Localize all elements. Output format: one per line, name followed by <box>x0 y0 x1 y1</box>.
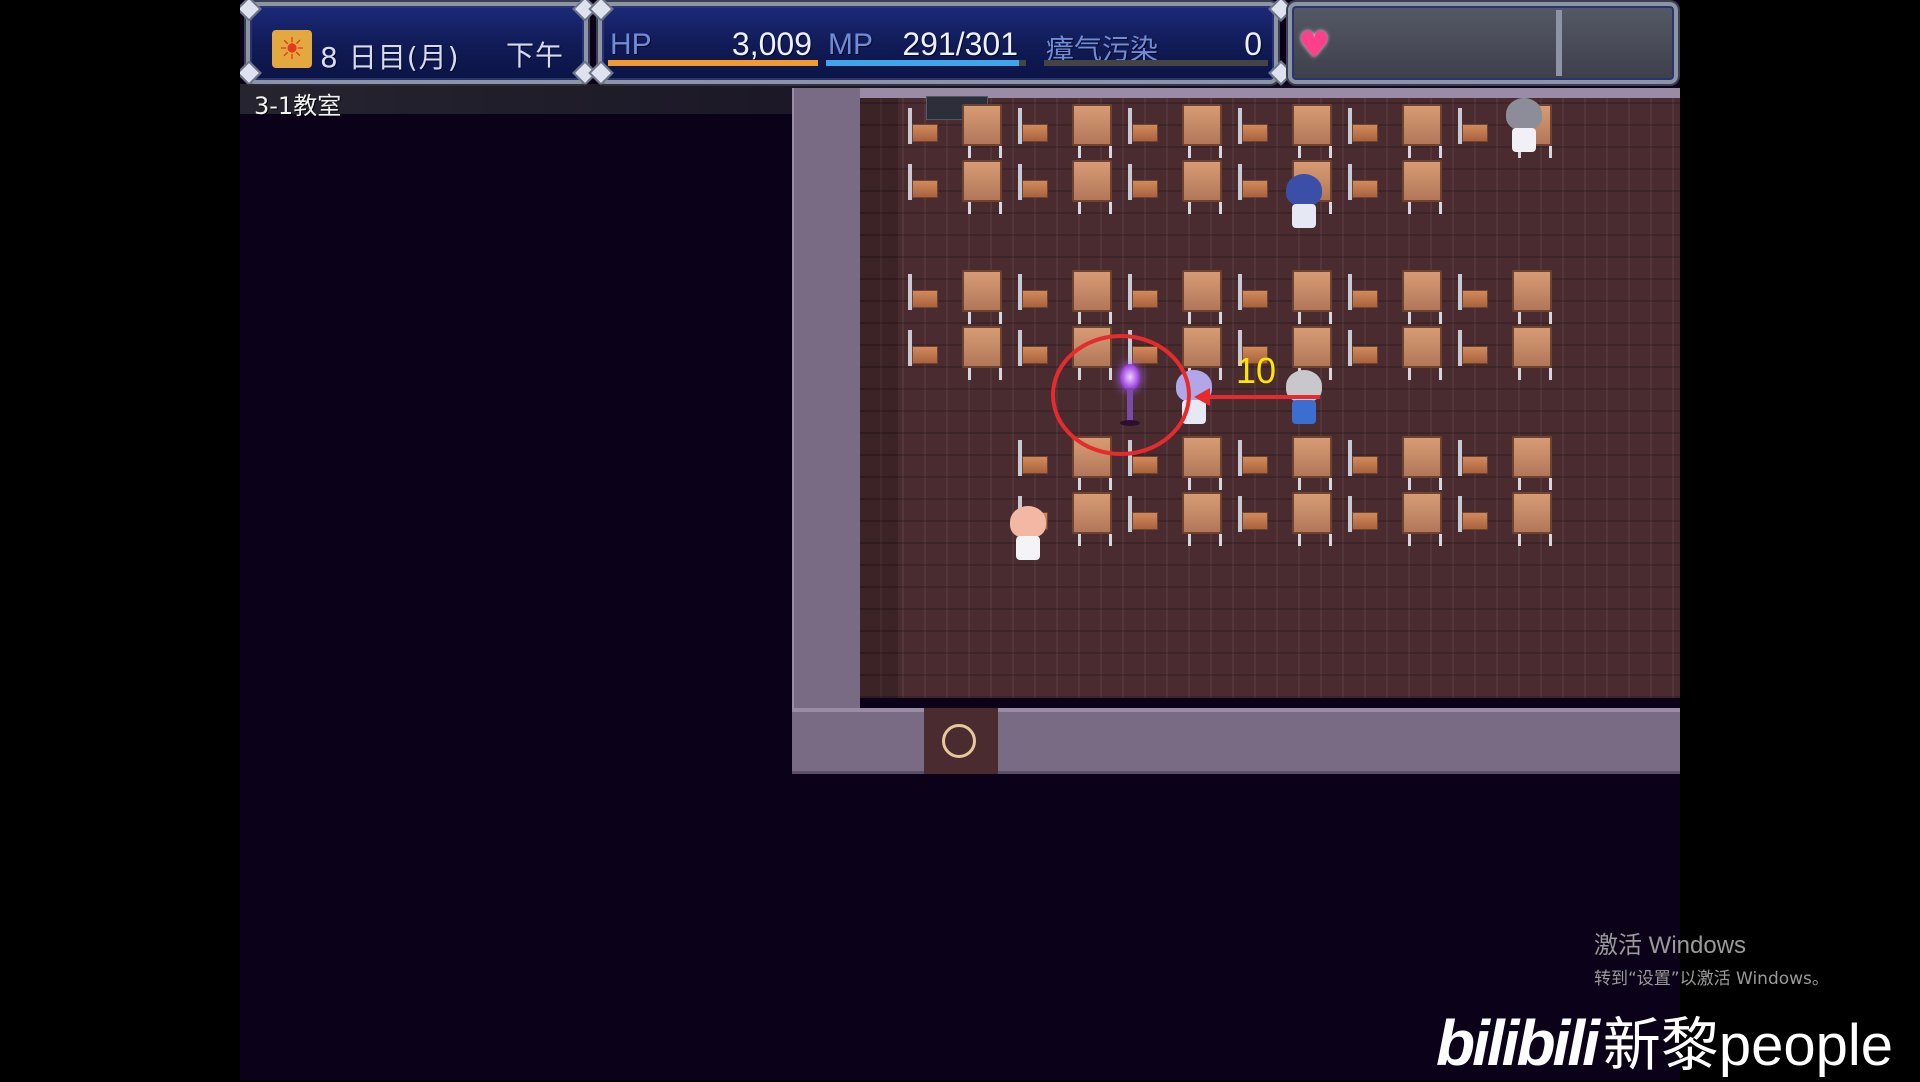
mp-value: 291/301 <box>902 26 1018 62</box>
date-label: 8 日目(月) <box>320 36 460 76</box>
annotation-circle <box>1051 334 1191 456</box>
classroom-chair <box>1238 164 1268 200</box>
bilibili-logo: bilibili <box>1436 1007 1600 1079</box>
classroom-desk <box>1072 492 1112 546</box>
classroom-chair <box>1128 164 1158 200</box>
classroom-desk <box>1512 270 1552 324</box>
classroom-chair <box>1458 108 1488 144</box>
classroom-desk <box>1402 104 1442 158</box>
sun-icon: ☀ <box>272 30 312 68</box>
npc-student-silver-hair[interactable] <box>1284 370 1324 428</box>
time-of-day-label: 下午 <box>505 39 564 72</box>
classroom-chair <box>908 274 938 310</box>
classroom-chair <box>908 108 938 144</box>
npc-student-gray-hair[interactable] <box>1504 98 1544 156</box>
classroom-desk <box>1402 326 1442 380</box>
date-text: 日目(月) <box>348 41 460 74</box>
classroom-desk <box>1182 270 1222 324</box>
day-number: 8 <box>320 41 339 74</box>
arrowhead-icon <box>1194 388 1210 406</box>
classroom-chair <box>908 164 938 200</box>
classroom-desk <box>1182 492 1222 546</box>
classroom-chair <box>1018 330 1048 366</box>
classroom-desk <box>1402 492 1442 546</box>
classroom-chair <box>1348 108 1378 144</box>
classroom-chair <box>908 330 938 366</box>
classroom-chair <box>1458 330 1488 366</box>
classroom-desk <box>962 104 1002 158</box>
classroom-desk <box>962 160 1002 214</box>
stats-panel: HP 3,009 MP 291/301 瘴气污染 0 <box>598 2 1278 84</box>
classroom-desk <box>1292 270 1332 324</box>
classroom-chair <box>1238 274 1268 310</box>
classroom-desk <box>1512 436 1552 490</box>
miasma-bar <box>1044 60 1268 66</box>
uploader-name: 新黎people <box>1602 1013 1894 1078</box>
classroom-chair <box>1348 274 1378 310</box>
heart-icon: ♥ <box>1298 25 1331 66</box>
annotation-arrow <box>1200 395 1320 399</box>
hp-value: 3,009 <box>731 26 812 62</box>
classroom-chair <box>1018 274 1048 310</box>
classroom-desk <box>1182 160 1222 214</box>
classroom-desk <box>1402 436 1442 490</box>
classroom-chair <box>1018 440 1048 476</box>
classroom-desk <box>1292 436 1332 490</box>
classroom-chair <box>1458 274 1488 310</box>
panel-divider <box>1556 10 1562 76</box>
game-screen[interactable]: ☀ 8 日目(月) 下午 HP 3,009 MP 291/301 瘴气污染 0 … <box>240 0 1680 1080</box>
classroom-desk <box>1402 270 1442 324</box>
classroom-chair <box>1348 164 1378 200</box>
activation-subtitle: 转到“设置”以激活 Windows。 <box>1594 969 1829 989</box>
floor-shadow <box>858 98 898 698</box>
classroom-desk <box>1512 492 1552 546</box>
classroom-desk <box>1402 160 1442 214</box>
classroom-desk <box>962 326 1002 380</box>
classroom-desk <box>1292 326 1332 380</box>
classroom-desk <box>1292 104 1332 158</box>
classroom-desk <box>1512 326 1552 380</box>
windows-activation-notice: 激活 Windows 转到“设置”以激活 Windows。 <box>1594 925 1829 989</box>
classroom-chair <box>1128 274 1158 310</box>
status-panel: ♥ <box>1288 2 1678 84</box>
classroom-chair <box>1018 164 1048 200</box>
classroom-chair <box>1238 108 1268 144</box>
classroom-chair <box>1458 440 1488 476</box>
classroom-chair <box>1238 496 1268 532</box>
npc-student-blue-hair[interactable] <box>1284 174 1324 232</box>
classroom-desk <box>1182 326 1222 380</box>
classroom-chair <box>1348 496 1378 532</box>
player-character[interactable] <box>1008 506 1048 564</box>
annotation-number: 10 <box>1236 350 1277 391</box>
classroom-desk <box>1072 160 1112 214</box>
classroom-desk <box>1182 436 1222 490</box>
exit-marker-icon[interactable] <box>942 724 976 758</box>
date-panel: ☀ 8 日目(月) 下午 <box>246 2 588 84</box>
classroom-desk <box>962 270 1002 324</box>
classroom-chair <box>1458 496 1488 532</box>
classroom-desk <box>1072 270 1112 324</box>
miasma-value: 0 <box>1244 26 1262 62</box>
classroom-desk <box>1182 104 1222 158</box>
mp-bar <box>826 60 1026 66</box>
classroom-chair <box>1018 108 1048 144</box>
wall-bottom-right <box>998 708 1680 774</box>
hp-label: HP <box>610 28 652 61</box>
location-label: 3-1教室 <box>254 92 342 120</box>
wall-left <box>792 88 860 774</box>
classroom-desk <box>1292 492 1332 546</box>
classroom-chair <box>1348 330 1378 366</box>
video-watermark: bilibili 新黎people <box>1436 998 1893 1082</box>
hp-bar <box>608 60 818 66</box>
classroom-chair <box>1348 440 1378 476</box>
mp-label: MP <box>828 28 873 61</box>
classroom-chair <box>1128 496 1158 532</box>
classroom-map[interactable] <box>792 88 1680 776</box>
classroom-chair <box>1238 440 1268 476</box>
classroom-desk <box>1072 104 1112 158</box>
wall-bottom-left <box>792 708 924 774</box>
activation-title: 激活 Windows <box>1594 932 1747 959</box>
classroom-chair <box>1128 108 1158 144</box>
